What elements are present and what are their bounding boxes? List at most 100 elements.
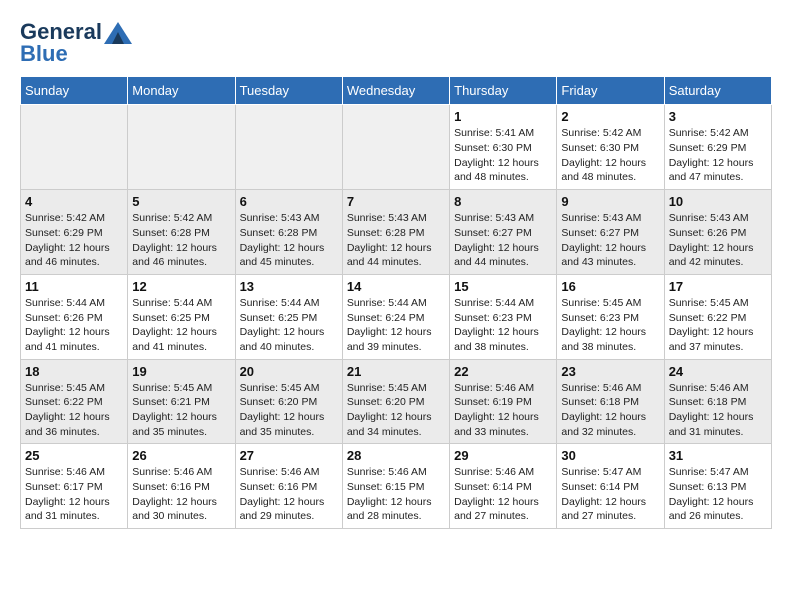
day-info: Sunrise: 5:46 AM Sunset: 6:15 PM Dayligh… [347,465,445,524]
day-number: 30 [561,448,659,463]
calendar-week-row: 4 Sunrise: 5:42 AM Sunset: 6:29 PM Daylig… [21,190,772,275]
logo-icon [104,22,132,44]
day-number: 21 [347,364,445,379]
day-info: Sunrise: 5:43 AM Sunset: 6:27 PM Dayligh… [454,211,552,270]
day-info: Sunrise: 5:47 AM Sunset: 6:13 PM Dayligh… [669,465,767,524]
day-number: 27 [240,448,338,463]
calendar-week-row: 11 Sunrise: 5:44 AM Sunset: 6:26 PM Dayli… [21,274,772,359]
day-number: 2 [561,109,659,124]
day-number: 31 [669,448,767,463]
calendar-cell: 21Sunrise: 5:45 AM Sunset: 6:20 PM Dayli… [342,359,449,444]
day-info: Sunrise: 5:43 AM Sunset: 6:28 PM Dayligh… [240,211,338,270]
calendar-cell [128,105,235,190]
day-info: Sunrise: 5:45 AM Sunset: 6:22 PM Dayligh… [25,381,123,440]
calendar-week-row: 1Sunrise: 5:41 AM Sunset: 6:30 PM Daylig… [21,105,772,190]
day-number: 17 [669,279,767,294]
day-info: Sunrise: 5:46 AM Sunset: 6:17 PM Dayligh… [25,465,123,524]
day-number: 22 [454,364,552,379]
calendar-cell: 20 Sunrise: 5:45 AM Sunset: 6:20 PM Dayli… [235,359,342,444]
day-number: 25 [25,448,123,463]
calendar-cell: 7Sunrise: 5:43 AM Sunset: 6:28 PM Daylig… [342,190,449,275]
calendar-cell: 29 Sunrise: 5:46 AM Sunset: 6:14 PM Dayli… [450,444,557,529]
day-number: 9 [561,194,659,209]
day-info: Sunrise: 5:47 AM Sunset: 6:14 PM Dayligh… [561,465,659,524]
calendar-week-row: 25 Sunrise: 5:46 AM Sunset: 6:17 PM Dayli… [21,444,772,529]
day-info: Sunrise: 5:46 AM Sunset: 6:14 PM Dayligh… [454,465,552,524]
calendar-cell: 4 Sunrise: 5:42 AM Sunset: 6:29 PM Daylig… [21,190,128,275]
day-info: Sunrise: 5:44 AM Sunset: 6:24 PM Dayligh… [347,296,445,355]
calendar-cell: 28 Sunrise: 5:46 AM Sunset: 6:15 PM Dayli… [342,444,449,529]
calendar-cell: 9 Sunrise: 5:43 AM Sunset: 6:27 PM Daylig… [557,190,664,275]
day-info: Sunrise: 5:45 AM Sunset: 6:20 PM Dayligh… [240,381,338,440]
day-info: Sunrise: 5:43 AM Sunset: 6:26 PM Dayligh… [669,211,767,270]
calendar-cell: 16Sunrise: 5:45 AM Sunset: 6:23 PM Dayli… [557,274,664,359]
calendar-cell: 19 Sunrise: 5:45 AM Sunset: 6:21 PM Dayli… [128,359,235,444]
calendar-cell: 27 Sunrise: 5:46 AM Sunset: 6:16 PM Dayli… [235,444,342,529]
calendar-cell: 12 Sunrise: 5:44 AM Sunset: 6:25 PM Dayli… [128,274,235,359]
calendar-cell: 10 Sunrise: 5:43 AM Sunset: 6:26 PM Dayli… [664,190,771,275]
col-header-wednesday: Wednesday [342,77,449,105]
calendar-cell: 18 Sunrise: 5:45 AM Sunset: 6:22 PM Dayli… [21,359,128,444]
day-number: 14 [347,279,445,294]
day-info: Sunrise: 5:46 AM Sunset: 6:18 PM Dayligh… [669,381,767,440]
day-info: Sunrise: 5:42 AM Sunset: 6:28 PM Dayligh… [132,211,230,270]
day-info: Sunrise: 5:42 AM Sunset: 6:29 PM Dayligh… [669,126,767,185]
calendar-cell: 3 Sunrise: 5:42 AM Sunset: 6:29 PM Daylig… [664,105,771,190]
day-info: Sunrise: 5:44 AM Sunset: 6:26 PM Dayligh… [25,296,123,355]
col-header-saturday: Saturday [664,77,771,105]
day-number: 19 [132,364,230,379]
day-number: 28 [347,448,445,463]
col-header-tuesday: Tuesday [235,77,342,105]
calendar-cell: 8 Sunrise: 5:43 AM Sunset: 6:27 PM Daylig… [450,190,557,275]
day-info: Sunrise: 5:42 AM Sunset: 6:29 PM Dayligh… [25,211,123,270]
calendar-cell [21,105,128,190]
calendar-cell: 22Sunrise: 5:46 AM Sunset: 6:19 PM Dayli… [450,359,557,444]
calendar-cell: 30 Sunrise: 5:47 AM Sunset: 6:14 PM Dayli… [557,444,664,529]
calendar-cell: 1Sunrise: 5:41 AM Sunset: 6:30 PM Daylig… [450,105,557,190]
day-number: 13 [240,279,338,294]
day-info: Sunrise: 5:44 AM Sunset: 6:25 PM Dayligh… [132,296,230,355]
day-number: 15 [454,279,552,294]
col-header-friday: Friday [557,77,664,105]
day-number: 7 [347,194,445,209]
day-number: 29 [454,448,552,463]
calendar-cell: 2Sunrise: 5:42 AM Sunset: 6:30 PM Daylig… [557,105,664,190]
day-number: 18 [25,364,123,379]
day-number: 16 [561,279,659,294]
calendar-cell: 25 Sunrise: 5:46 AM Sunset: 6:17 PM Dayli… [21,444,128,529]
calendar-table: SundayMondayTuesdayWednesdayThursdayFrid… [20,76,772,529]
logo-blue: Blue [20,42,132,66]
calendar-cell: 31 Sunrise: 5:47 AM Sunset: 6:13 PM Dayli… [664,444,771,529]
day-number: 11 [25,279,123,294]
day-info: Sunrise: 5:44 AM Sunset: 6:23 PM Dayligh… [454,296,552,355]
col-header-monday: Monday [128,77,235,105]
col-header-thursday: Thursday [450,77,557,105]
calendar-cell: 23Sunrise: 5:46 AM Sunset: 6:18 PM Dayli… [557,359,664,444]
logo: General Blue [20,20,132,66]
day-info: Sunrise: 5:46 AM Sunset: 6:16 PM Dayligh… [132,465,230,524]
day-info: Sunrise: 5:46 AM Sunset: 6:18 PM Dayligh… [561,381,659,440]
day-number: 6 [240,194,338,209]
day-info: Sunrise: 5:45 AM Sunset: 6:21 PM Dayligh… [132,381,230,440]
day-number: 10 [669,194,767,209]
day-number: 26 [132,448,230,463]
day-number: 8 [454,194,552,209]
day-info: Sunrise: 5:44 AM Sunset: 6:25 PM Dayligh… [240,296,338,355]
page-header: General Blue [20,20,772,66]
calendar-cell: 15 Sunrise: 5:44 AM Sunset: 6:23 PM Dayli… [450,274,557,359]
calendar-cell [235,105,342,190]
calendar-header-row: SundayMondayTuesdayWednesdayThursdayFrid… [21,77,772,105]
col-header-sunday: Sunday [21,77,128,105]
calendar-cell [342,105,449,190]
day-number: 3 [669,109,767,124]
day-number: 1 [454,109,552,124]
day-info: Sunrise: 5:43 AM Sunset: 6:27 PM Dayligh… [561,211,659,270]
day-number: 5 [132,194,230,209]
day-number: 12 [132,279,230,294]
calendar-cell: 14 Sunrise: 5:44 AM Sunset: 6:24 PM Dayli… [342,274,449,359]
day-number: 4 [25,194,123,209]
day-info: Sunrise: 5:46 AM Sunset: 6:16 PM Dayligh… [240,465,338,524]
calendar-cell: 13 Sunrise: 5:44 AM Sunset: 6:25 PM Dayli… [235,274,342,359]
day-number: 24 [669,364,767,379]
day-number: 20 [240,364,338,379]
